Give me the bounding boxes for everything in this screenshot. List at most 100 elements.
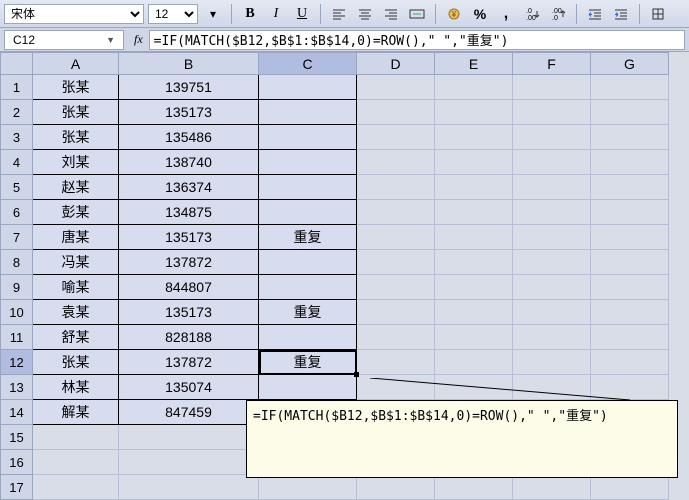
cell[interactable] [357,300,435,325]
row-header[interactable]: 14 [1,400,33,425]
cell[interactable] [435,325,513,350]
cell[interactable] [591,275,669,300]
cell[interactable]: 舒某 [33,325,119,350]
cell[interactable] [513,375,591,400]
cell[interactable]: 重复 [259,225,357,250]
cell[interactable]: 135486 [119,125,259,150]
cell[interactable] [513,475,591,500]
increase-indent-button[interactable] [610,3,632,25]
cell[interactable]: 冯某 [33,250,119,275]
cell[interactable] [435,300,513,325]
cell[interactable]: 139751 [119,75,259,100]
cell[interactable] [513,225,591,250]
cell[interactable] [357,75,435,100]
underline-button[interactable]: U [291,3,313,25]
cell[interactable]: 重复 [259,300,357,325]
cell[interactable] [435,125,513,150]
cell[interactable]: 135173 [119,225,259,250]
cell[interactable] [591,75,669,100]
col-header-G[interactable]: G [591,53,669,75]
cell[interactable]: 袁某 [33,300,119,325]
decrease-decimal-button[interactable]: .00.0 [547,3,569,25]
row-header[interactable]: 17 [1,475,33,500]
borders-button[interactable] [647,3,669,25]
row-header[interactable]: 6 [1,200,33,225]
cell[interactable] [259,175,357,200]
cell[interactable] [33,475,119,500]
cell[interactable] [435,150,513,175]
cell[interactable] [513,275,591,300]
font-size-dropdown-icon[interactable]: ▾ [202,3,224,25]
cell[interactable] [435,375,513,400]
align-center-button[interactable] [354,3,376,25]
cell[interactable] [259,325,357,350]
cell[interactable] [435,350,513,375]
col-header-B[interactable]: B [119,53,259,75]
cell[interactable]: 828188 [119,325,259,350]
col-header-A[interactable]: A [33,53,119,75]
formula-input[interactable]: =IF(MATCH($B12,$B$1:$B$14,0)=ROW()," ","… [149,30,685,50]
cell[interactable] [357,375,435,400]
cell[interactable] [591,200,669,225]
row-header[interactable]: 1 [1,75,33,100]
cell[interactable] [357,225,435,250]
row-header[interactable]: 3 [1,125,33,150]
cell[interactable]: 刘某 [33,150,119,175]
cell[interactable] [513,150,591,175]
cell[interactable] [435,275,513,300]
col-header-C[interactable]: C [259,53,357,75]
select-all-corner[interactable] [1,53,33,75]
cell[interactable] [357,475,435,500]
cell[interactable] [33,450,119,475]
cell[interactable]: 赵某 [33,175,119,200]
cell[interactable] [357,350,435,375]
cell[interactable]: 唐某 [33,225,119,250]
cell[interactable]: 张某 [33,100,119,125]
row-header[interactable]: 13 [1,375,33,400]
cell[interactable]: 张某 [33,350,119,375]
name-box-dropdown-icon[interactable]: ▼ [106,35,115,45]
cell[interactable] [591,375,669,400]
col-header-E[interactable]: E [435,53,513,75]
cell[interactable] [435,75,513,100]
cell[interactable] [513,125,591,150]
cell[interactable] [435,475,513,500]
cell[interactable] [33,425,119,450]
cell[interactable] [259,475,357,500]
cell[interactable]: 135173 [119,300,259,325]
cell[interactable] [591,475,669,500]
cell[interactable] [259,75,357,100]
cell[interactable] [513,75,591,100]
cell[interactable]: 134875 [119,200,259,225]
cell[interactable] [357,200,435,225]
cell[interactable] [357,250,435,275]
cell[interactable] [357,325,435,350]
cell[interactable] [591,325,669,350]
row-header[interactable]: 4 [1,150,33,175]
cell[interactable]: 847459 [119,400,259,425]
increase-decimal-button[interactable]: .0.00 [521,3,543,25]
cell[interactable]: 137872 [119,350,259,375]
cell[interactable]: 重复 [259,350,357,375]
comma-button[interactable]: , [495,3,517,25]
fx-label[interactable]: fx [128,32,149,47]
row-header[interactable]: 7 [1,225,33,250]
align-right-button[interactable] [380,3,402,25]
cell[interactable] [357,150,435,175]
cell[interactable] [591,250,669,275]
cell[interactable]: 137872 [119,250,259,275]
cell[interactable]: 彭某 [33,200,119,225]
cell[interactable] [357,275,435,300]
decrease-indent-button[interactable] [584,3,606,25]
cell[interactable]: 135173 [119,100,259,125]
cell[interactable] [513,175,591,200]
cell[interactable]: 136374 [119,175,259,200]
name-box[interactable]: C12 ▼ [4,30,124,50]
cell[interactable]: 林某 [33,375,119,400]
row-header[interactable]: 5 [1,175,33,200]
cell[interactable] [591,300,669,325]
bold-button[interactable]: B [239,3,261,25]
cell[interactable]: 张某 [33,75,119,100]
cell[interactable]: 135074 [119,375,259,400]
row-header[interactable]: 10 [1,300,33,325]
